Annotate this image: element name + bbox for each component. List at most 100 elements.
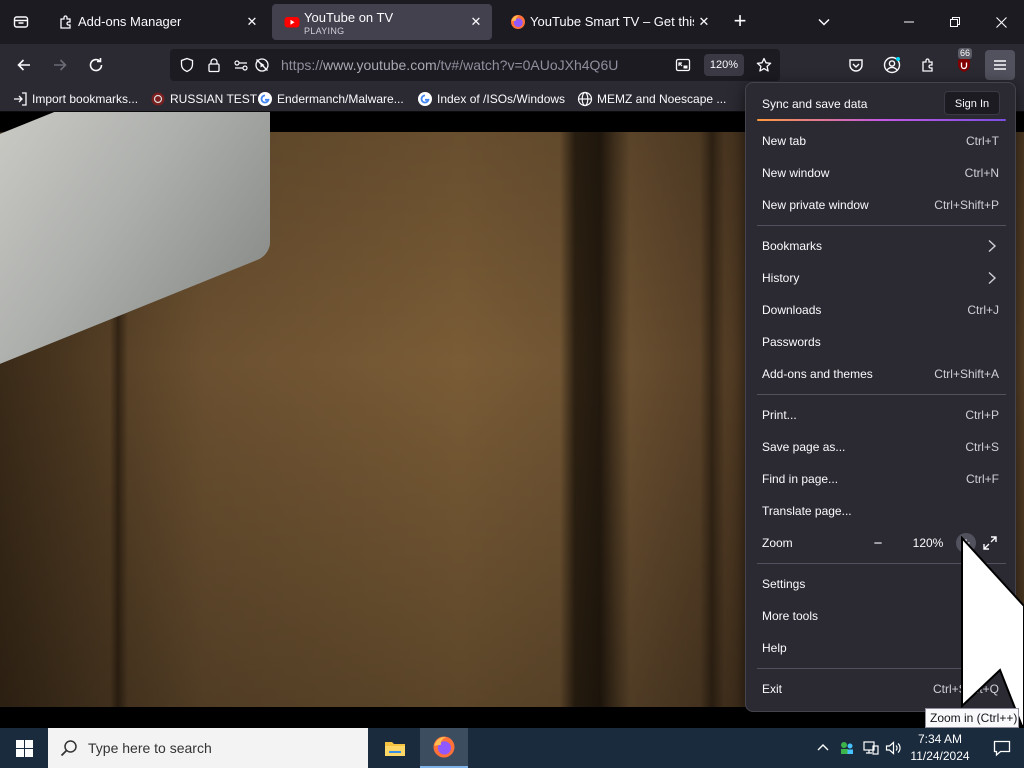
- sign-in-button[interactable]: Sign In: [944, 91, 1000, 115]
- bookmark-import[interactable]: Import bookmarks...: [12, 90, 138, 108]
- menu-item-history[interactable]: History: [747, 262, 1014, 294]
- menu-item-shortcut: Ctrl+Shift+A: [934, 367, 999, 381]
- bookmark-endermanch-malware[interactable]: Endermanch/Malware...: [257, 90, 404, 108]
- close-icon: [995, 16, 1007, 28]
- lock-icon[interactable]: [206, 57, 222, 73]
- firefox-view-button[interactable]: [0, 0, 42, 44]
- taskbar-firefox[interactable]: [420, 728, 468, 768]
- reload-button[interactable]: [81, 50, 111, 80]
- menu-item-label: Help: [762, 641, 787, 655]
- tray-network-icon[interactable]: [861, 738, 881, 758]
- account-button[interactable]: [877, 50, 907, 80]
- shield-icon[interactable]: [179, 57, 195, 73]
- tab-youtube-smart-tv-extension[interactable]: YouTube Smart TV – Get this Extension fo…: [498, 4, 720, 40]
- menu-item-addons-themes[interactable]: Add-ons and themes Ctrl+Shift+A: [747, 358, 1014, 390]
- menu-item-label: Translate page...: [762, 504, 852, 518]
- google-icon: [257, 91, 273, 107]
- close-window-button[interactable]: [978, 0, 1024, 44]
- tab-label: YouTube on TV: [304, 10, 394, 25]
- action-center-button[interactable]: [980, 728, 1024, 768]
- chevron-right-icon: [988, 271, 997, 285]
- menu-item-label: Add-ons and themes: [762, 367, 873, 381]
- menu-item-shortcut: Ctrl+P: [965, 408, 999, 422]
- tab-addons-manager[interactable]: Add-ons Manager ✕: [46, 4, 268, 40]
- show-hidden-icons-button[interactable]: [813, 738, 833, 758]
- sync-row: Sync and save data Sign In: [747, 84, 1014, 124]
- site-icon: [150, 91, 166, 107]
- chevron-right-icon: [988, 239, 997, 253]
- menu-item-label: Zoom: [762, 536, 793, 550]
- menu-item-save-page[interactable]: Save page as... Ctrl+S: [747, 431, 1014, 463]
- menu-item-shortcut: Ctrl+F: [966, 472, 999, 486]
- menu-item-shortcut: Ctrl+T: [966, 134, 999, 148]
- menu-item-new-private-window[interactable]: New private window Ctrl+Shift+P: [747, 189, 1014, 221]
- bookmark-label: Endermanch/Malware...: [277, 92, 404, 106]
- url-scheme: https://: [281, 57, 324, 73]
- close-icon: ✕: [470, 14, 482, 29]
- url-bar[interactable]: https://www.youtube.com/tv#/watch?v=0AUo…: [170, 49, 780, 81]
- windows-taskbar: Type here to search 7:34 AM 11/24/2024: [0, 728, 1024, 768]
- tab-close-button[interactable]: ✕: [696, 14, 712, 30]
- windows-logo-icon: [15, 739, 33, 757]
- menu-item-bookmarks[interactable]: Bookmarks: [747, 230, 1014, 262]
- permissions-icon[interactable]: [233, 57, 249, 73]
- bookmark-memz-noescape[interactable]: MEMZ and Noescape ...: [577, 90, 726, 108]
- speaker-icon: [885, 741, 901, 755]
- firefox-icon: [511, 15, 525, 29]
- menu-divider: [757, 225, 1006, 226]
- zoom-out-button[interactable]: −: [868, 533, 888, 553]
- tray-volume-icon[interactable]: [883, 738, 903, 758]
- zoom-reset-value[interactable]: 120%: [902, 536, 954, 550]
- taskbar-clock[interactable]: 7:34 AM 11/24/2024: [906, 731, 974, 765]
- tab-close-button[interactable]: ✕: [244, 14, 260, 30]
- bookmark-index-isos[interactable]: Index of /ISOs/Windows: [417, 90, 565, 108]
- clock-date: 11/24/2024: [910, 749, 970, 763]
- tray-security-icon[interactable]: [837, 738, 857, 758]
- menu-item-label: Find in page...: [762, 472, 839, 486]
- chevron-up-icon: [817, 744, 829, 751]
- menu-item-label: New tab: [762, 134, 807, 148]
- url-text[interactable]: https://www.youtube.com/tv#/watch?v=0AUo…: [281, 57, 618, 73]
- tab-youtube-on-tv[interactable]: YouTube on TV PLAYING ✕: [272, 4, 492, 40]
- app-menu-button[interactable]: [985, 50, 1015, 80]
- star-icon[interactable]: [756, 57, 772, 73]
- menu-item-label: Print...: [762, 408, 797, 422]
- puzzle-icon: [60, 15, 71, 29]
- menu-item-label: Exit: [762, 682, 783, 696]
- bookmark-russian-test[interactable]: RUSSIAN TEST: [150, 90, 257, 108]
- autoplay-blocked-icon[interactable]: [254, 57, 270, 73]
- menu-item-translate-page[interactable]: Translate page...: [747, 495, 1014, 527]
- clock-time: 7:34 AM: [917, 732, 963, 746]
- picture-in-picture-icon[interactable]: [675, 57, 691, 73]
- reload-icon: [89, 58, 103, 72]
- taskbar-search-box[interactable]: Type here to search: [48, 728, 368, 768]
- menu-item-print[interactable]: Print... Ctrl+P: [747, 399, 1014, 431]
- menu-item-label: New private window: [762, 198, 869, 212]
- account-icon: [883, 56, 901, 74]
- tab-close-button[interactable]: ✕: [468, 14, 484, 30]
- menu-item-label: New window: [762, 166, 830, 180]
- restore-button[interactable]: [932, 0, 978, 44]
- extensions-button[interactable]: [913, 50, 943, 80]
- menu-item-find-in-page[interactable]: Find in page... Ctrl+F: [747, 463, 1014, 495]
- menu-item-new-window[interactable]: New window Ctrl+N: [747, 157, 1014, 189]
- list-all-tabs-button[interactable]: [812, 10, 836, 34]
- menu-item-new-tab[interactable]: New tab Ctrl+T: [747, 125, 1014, 157]
- taskbar-file-explorer[interactable]: [371, 728, 419, 768]
- forward-button[interactable]: [45, 50, 75, 80]
- menu-item-shortcut: Ctrl+S: [965, 440, 999, 454]
- menu-item-passwords[interactable]: Passwords: [747, 326, 1014, 358]
- zoom-reset-button[interactable]: 120%: [704, 54, 744, 76]
- start-button[interactable]: [0, 728, 48, 768]
- menu-item-label: Settings: [762, 577, 806, 591]
- restore-icon: [950, 17, 960, 27]
- network-icon: [863, 741, 879, 755]
- new-tab-button[interactable]: +: [728, 8, 752, 36]
- menu-item-shortcut: Ctrl+N: [964, 166, 999, 180]
- pocket-button[interactable]: [841, 50, 871, 80]
- menu-item-downloads[interactable]: Downloads Ctrl+J: [747, 294, 1014, 326]
- arrow-left-icon: [17, 59, 30, 71]
- back-button[interactable]: [9, 50, 39, 80]
- extension-badge: 66: [958, 48, 973, 59]
- minimize-button[interactable]: [886, 0, 932, 44]
